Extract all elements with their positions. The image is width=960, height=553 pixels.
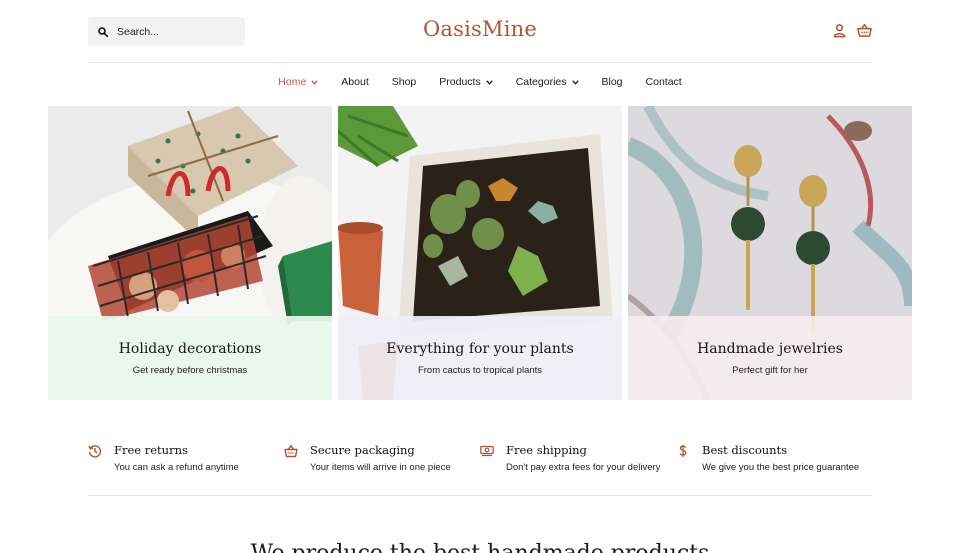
feature-title: Secure packaging (310, 443, 415, 457)
card-caption: Handmade jewelries Perfect gift for her (628, 316, 912, 400)
feature-free-shipping: Free shipping Don't pay extra fees for y… (480, 443, 676, 495)
nav-item-shop[interactable]: Shop (392, 76, 417, 88)
card-subtitle: Perfect gift for her (732, 365, 808, 376)
collection-card-holiday[interactable]: Holiday decorations Get ready before chr… (48, 106, 332, 400)
collection-card-jewelries[interactable]: Handmade jewelries Perfect gift for her (628, 106, 912, 400)
feature-text: We give you the best price guarantee (702, 462, 860, 473)
site-header: OasisMine (88, 17, 872, 63)
nav-item-label: Home (278, 76, 307, 88)
nav-item-label: Categories (515, 76, 567, 88)
chevron-down-icon (311, 79, 318, 85)
section-heading: We produce the best handmade products (0, 541, 960, 553)
header-actions (832, 23, 872, 38)
basket-icon[interactable] (857, 23, 872, 38)
collection-card-plants[interactable]: Everything for your plants From cactus t… (338, 106, 622, 400)
card-caption: Everything for your plants From cactus t… (338, 316, 622, 400)
nav-item-label: Shop (391, 76, 417, 88)
card-title: Holiday decorations (118, 341, 262, 357)
search-input[interactable] (117, 25, 227, 38)
search-box[interactable] (88, 17, 245, 46)
feature-title: Free returns (114, 443, 188, 457)
feature-secure-packaging: Secure packaging Your items will arrive … (284, 443, 480, 495)
basket-icon (284, 444, 298, 458)
dollar-icon (679, 444, 687, 457)
nav-item-blog[interactable]: Blog (602, 76, 623, 88)
nav-item-label: Products (439, 76, 481, 88)
feature-free-returns: Free returns You can ask a refund anytim… (88, 443, 284, 495)
main-nav: Home About Shop Products Categories Blog… (0, 76, 960, 88)
feature-text: You can ask a refund anytime (114, 462, 239, 473)
feature-best-discounts: Best discounts We give you the best pric… (676, 443, 872, 495)
chevron-down-icon (571, 79, 579, 85)
nav-item-categories[interactable]: Categories (516, 76, 579, 88)
nav-item-label: About (341, 76, 369, 88)
card-title: Handmade jewelries (697, 341, 843, 357)
card-title: Everything for your plants (386, 341, 574, 357)
nav-item-contact[interactable]: Contact (646, 76, 682, 88)
nav-item-label: Contact (645, 76, 682, 88)
feature-title: Best discounts (702, 443, 788, 457)
nav-item-label: Blog (601, 76, 623, 88)
user-icon[interactable] (832, 23, 847, 38)
card-subtitle: From cactus to tropical plants (417, 365, 543, 376)
nav-item-home[interactable]: Home (278, 76, 318, 88)
feature-text: Your items will arrive in one piece (310, 462, 451, 473)
features-strip: Free returns You can ask a refund anytim… (88, 443, 872, 496)
chevron-down-icon (486, 79, 493, 85)
feature-text: Don't pay extra fees for your delivery (506, 462, 661, 473)
nav-item-about[interactable]: About (341, 76, 368, 88)
feature-title: Free shipping (506, 443, 587, 457)
collection-cards: Holiday decorations Get ready before chr… (48, 106, 912, 400)
card-caption: Holiday decorations Get ready before chr… (48, 316, 332, 400)
card-subtitle: Get ready before christmas (132, 365, 248, 376)
money-icon (480, 445, 494, 457)
search-icon (98, 26, 108, 37)
logo-text[interactable]: OasisMine (423, 17, 537, 41)
nav-item-products[interactable]: Products (439, 76, 493, 88)
returns-clock-icon (88, 445, 102, 458)
